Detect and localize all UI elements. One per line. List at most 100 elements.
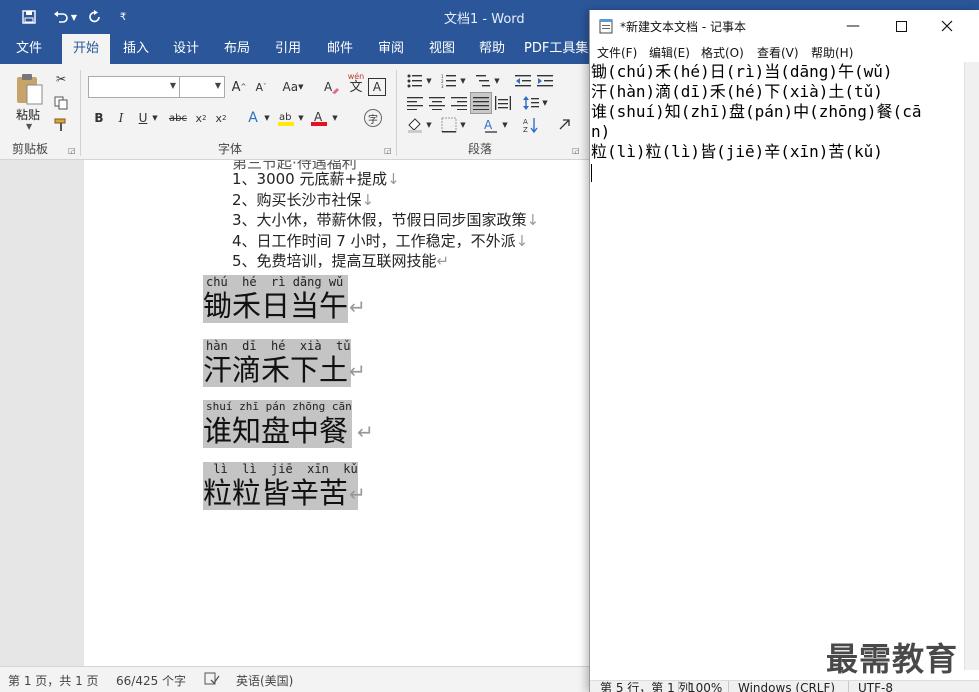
bullet-text: 2、购买长沙市社保	[232, 191, 362, 209]
cursor-position: 第 5 行，第 1 列	[600, 681, 691, 692]
line-break-mark: ↓	[387, 170, 400, 188]
notepad-text-area[interactable]: 锄(chú)禾(hé)日(rì)当(dāng)午(wǔ) 汗(hàn)滴(dī)…	[590, 62, 964, 670]
multilevel-list-icon[interactable]	[474, 72, 492, 90]
language-indicator[interactable]: 英语(美国)	[236, 672, 293, 689]
justify-icon[interactable]	[470, 92, 492, 114]
tab-insert[interactable]: 插入	[114, 34, 158, 64]
menu-file[interactable]: 文件(F)	[597, 44, 637, 61]
grow-font-icon[interactable]: A ^	[230, 78, 248, 96]
bullet-line: 1、3000 元底薪+提成↓	[232, 168, 400, 189]
paste-dropdown-icon[interactable]: ▼	[26, 122, 32, 131]
svg-text:A: A	[484, 118, 493, 132]
shrink-font-icon[interactable]: Aˇ	[252, 78, 270, 96]
page-count[interactable]: 第 1 页，共 1 页	[8, 672, 99, 689]
redo-icon[interactable]	[84, 6, 106, 28]
paragraph-mark: ↵	[357, 420, 374, 444]
ruby-line: shuí zhī pán zhōng cān 谁知盘中餐	[203, 400, 352, 448]
paste-button[interactable]: 粘贴	[16, 106, 40, 123]
word-status-bar: 第 1 页，共 1 页 66/425 个字 英语(美国)	[0, 666, 589, 692]
menu-format[interactable]: 格式(O)	[701, 44, 744, 61]
numbering-icon[interactable]: 123	[440, 72, 458, 90]
tab-review[interactable]: 审阅	[369, 34, 413, 64]
menu-edit[interactable]: 编辑(E)	[649, 44, 690, 61]
window-title: 文档1 - Word	[444, 12, 525, 27]
font-name-box[interactable]: ▼	[88, 76, 180, 98]
multilevel-dropdown-icon[interactable]: ▼	[492, 72, 502, 90]
tab-design[interactable]: 设计	[164, 34, 208, 64]
borders-dropdown-icon[interactable]: ▼	[458, 116, 468, 134]
subscript-icon[interactable]: x2	[192, 109, 210, 127]
tab-layout[interactable]: 布局	[215, 34, 259, 64]
font-color-dropdown-icon[interactable]: ▼	[330, 109, 340, 127]
show-marks-icon[interactable]	[556, 116, 574, 134]
align-right-icon[interactable]	[450, 94, 468, 112]
proofing-icon[interactable]	[204, 672, 220, 688]
text-effects-dropdown-icon[interactable]: ▼	[262, 109, 272, 127]
pinyin-guide: hàn dī hé xià tǔ	[206, 339, 351, 353]
save-icon[interactable]	[18, 6, 40, 28]
bullet-line: 2、购买长沙市社保↓	[232, 189, 374, 210]
line-spacing-dropdown-icon[interactable]: ▼	[540, 94, 550, 112]
numbering-dropdown-icon[interactable]: ▼	[458, 72, 468, 90]
tab-help[interactable]: 帮助	[470, 34, 514, 64]
group-divider	[80, 70, 81, 156]
line-spacing-icon[interactable]	[522, 94, 540, 112]
sort-icon[interactable]: AZ	[522, 116, 540, 134]
tab-references[interactable]: 引用	[266, 34, 310, 64]
text-effects-icon[interactable]: A	[244, 109, 262, 127]
font-color-icon[interactable]: A	[310, 109, 328, 127]
menu-view[interactable]: 查看(V)	[757, 44, 799, 61]
document-area[interactable]: 第三节起·待遇福利 1、3000 元底薪+提成↓ 2、购买长沙市社保↓ 3、大小…	[0, 160, 589, 666]
maximize-icon[interactable]	[878, 10, 924, 42]
align-left-icon[interactable]	[406, 94, 424, 112]
font-size-box[interactable]: ▼	[179, 76, 225, 98]
bold-icon[interactable]: B	[90, 109, 108, 127]
clipboard-launcher-icon[interactable]: ◲	[68, 146, 76, 155]
tab-pdf-tools[interactable]: PDF工具集	[524, 34, 594, 64]
distributed-icon[interactable]	[494, 94, 512, 112]
svg-text:A: A	[523, 118, 528, 126]
highlight-dropdown-icon[interactable]: ▼	[296, 109, 306, 127]
line-break-mark: ↓	[526, 211, 540, 229]
cut-icon[interactable]: ✂	[52, 70, 70, 88]
document-page[interactable]: 第三节起·待遇福利 1、3000 元底薪+提成↓ 2、购买长沙市社保↓ 3、大小…	[84, 160, 589, 666]
copy-icon[interactable]	[52, 94, 70, 112]
shading-dropdown-icon[interactable]: ▼	[424, 116, 434, 134]
format-painter-icon[interactable]	[52, 116, 70, 134]
tab-home[interactable]: 开始	[62, 34, 110, 64]
underline-dropdown-icon[interactable]: ▼	[150, 109, 160, 127]
enclose-characters-icon[interactable]: 字	[364, 109, 382, 127]
undo-dropdown-icon[interactable]: ▼	[68, 6, 80, 28]
tab-file[interactable]: 文件	[8, 34, 50, 64]
clear-formatting-icon[interactable]: A	[322, 78, 340, 96]
chinese-layout-icon[interactable]: A	[482, 116, 500, 134]
word-count[interactable]: 66/425 个字	[116, 672, 186, 689]
superscript-icon[interactable]: x2	[212, 109, 230, 127]
chinese-layout-dropdown-icon[interactable]: ▼	[500, 116, 510, 134]
minimize-icon[interactable]: —	[830, 10, 876, 42]
vertical-scrollbar[interactable]	[964, 62, 979, 670]
shading-icon[interactable]	[406, 116, 424, 134]
notepad-titlebar: *新建文本文档 - 记事本 —	[590, 10, 979, 42]
decrease-indent-icon[interactable]	[514, 72, 532, 90]
paste-icon[interactable]	[14, 72, 44, 106]
change-case-button[interactable]: Aa ▼	[280, 78, 306, 96]
strikethrough-icon[interactable]: abc	[166, 109, 190, 127]
close-icon[interactable]	[924, 10, 970, 42]
highlight-color-icon[interactable]: ab	[276, 109, 296, 127]
bullets-icon[interactable]	[406, 72, 424, 90]
phonetic-guide-button[interactable]: wén 文	[344, 72, 368, 94]
font-launcher-icon[interactable]: ◲	[384, 146, 392, 155]
bullets-dropdown-icon[interactable]: ▼	[424, 72, 434, 90]
align-center-icon[interactable]	[428, 94, 446, 112]
bullet-line: 4、日工作时间 7 小时，工作稳定，不外派↓	[232, 230, 528, 251]
customize-icon[interactable]: ₹	[112, 6, 134, 28]
character-border-icon[interactable]: A	[368, 78, 386, 96]
paragraph-launcher-icon[interactable]: ◲	[572, 146, 580, 155]
italic-icon[interactable]: I	[112, 109, 130, 127]
tab-view[interactable]: 视图	[420, 34, 464, 64]
menu-help[interactable]: 帮助(H)	[811, 44, 853, 61]
borders-icon[interactable]	[440, 116, 458, 134]
tab-mailings[interactable]: 邮件	[318, 34, 362, 64]
increase-indent-icon[interactable]	[536, 72, 554, 90]
